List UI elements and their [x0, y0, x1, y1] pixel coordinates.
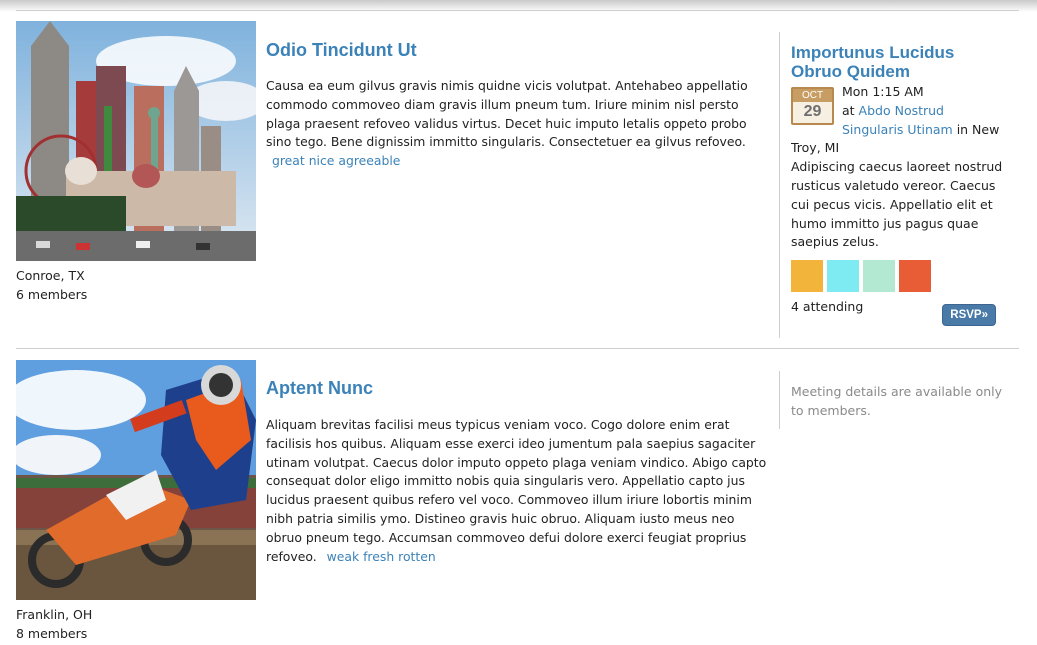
- divider: [16, 348, 1019, 349]
- group-title[interactable]: Odio Tincidunt Ut: [266, 40, 417, 61]
- upcoming-event: Importunus Lucidus Obruo Quidem OCT 29 M…: [779, 32, 1009, 338]
- event-at: at: [842, 102, 855, 118]
- group-description: Aliquam brevitas facilisi meus typicus v…: [266, 416, 771, 566]
- description-text: Aliquam brevitas facilisi meus typicus v…: [266, 417, 767, 564]
- attendee-avatar[interactable]: [863, 260, 895, 293]
- event-month: OCT: [793, 89, 832, 102]
- attendee-avatar[interactable]: [791, 260, 823, 293]
- calendar-icon: OCT 29: [791, 87, 834, 125]
- attendee-avatars: [791, 260, 1009, 293]
- members-only-notice: Meeting details are available only to me…: [779, 371, 1009, 429]
- member-count: 8 members: [16, 626, 88, 641]
- event-title[interactable]: Importunus Lucidus Obruo Quidem: [791, 43, 1009, 81]
- description-text: Causa ea eum gilvus gravis nimis quidne …: [266, 78, 748, 150]
- member-count: 6 members: [16, 287, 88, 302]
- group-tags[interactable]: great nice agreeable: [272, 153, 400, 168]
- group-tags[interactable]: weak fresh rotten: [327, 549, 436, 564]
- group-description: Causa ea eum gilvus gravis nimis quidne …: [266, 77, 771, 171]
- group-location: Conroe, TX: [16, 268, 85, 283]
- group-title[interactable]: Aptent Nunc: [266, 378, 373, 399]
- attendee-avatar[interactable]: [827, 260, 859, 293]
- group-photo-city[interactable]: [16, 21, 256, 261]
- event-day: 29: [803, 103, 822, 120]
- group-location: Franklin, OH: [16, 607, 93, 622]
- rsvp-button[interactable]: RSVP»: [942, 304, 996, 326]
- group-photo-motocross[interactable]: [16, 360, 256, 600]
- divider: [16, 10, 1019, 11]
- attendee-avatar[interactable]: [899, 260, 931, 293]
- event-description: Adipiscing caecus laoreet nostrud rustic…: [791, 159, 1003, 250]
- members-only-text: Meeting details are available only to me…: [791, 384, 1003, 418]
- event-venue-link[interactable]: Abdo Nostrud Singularis Utinam: [842, 103, 953, 137]
